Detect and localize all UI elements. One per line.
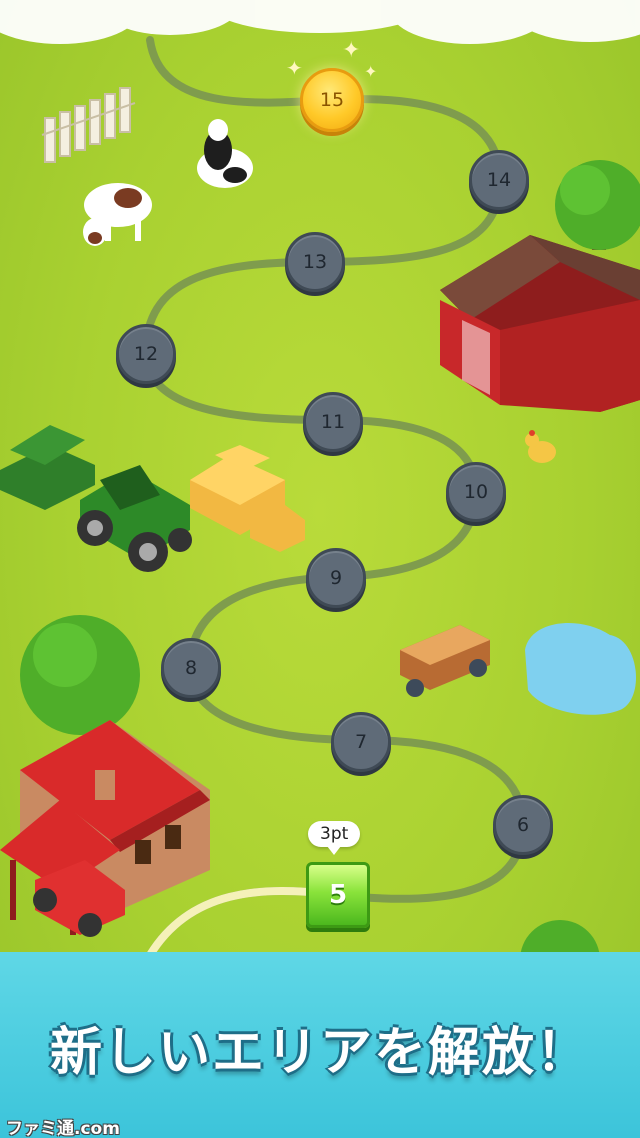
cow-lying — [197, 119, 253, 188]
level-node-15[interactable]: 15 — [300, 68, 364, 132]
watermark: ファミ通.com — [6, 1119, 120, 1138]
level-node-9[interactable]: 9 — [306, 548, 366, 608]
game-map: 6 7 8 9 10 11 12 13 14 15 ✦ ✦ ✦ 3pt 5 新し… — [0, 0, 640, 1138]
level-node-current[interactable]: 5 — [306, 862, 370, 928]
level-node-8[interactable]: 8 — [161, 638, 221, 698]
points-tooltip: 3pt — [308, 821, 361, 855]
sparkle-icon: ✦ — [286, 56, 303, 80]
tree-right-top — [555, 160, 640, 250]
level-node-14[interactable]: 14 — [469, 150, 529, 210]
chicken — [525, 430, 556, 463]
hay-cart — [400, 625, 490, 697]
level-node-11[interactable]: 11 — [303, 392, 363, 452]
level-node-12[interactable]: 12 — [116, 324, 176, 384]
cow-standing — [83, 183, 152, 246]
fence — [41, 87, 136, 163]
level-node-10[interactable]: 10 — [446, 462, 506, 522]
banner-title: 新しいエリアを解放！ — [49, 1023, 590, 1083]
level-node-7[interactable]: 7 — [331, 712, 391, 772]
pond — [525, 623, 637, 715]
level-node-13[interactable]: 13 — [285, 232, 345, 292]
sparkle-icon: ✦ — [364, 62, 378, 81]
sparkle-icon: ✦ — [342, 38, 361, 63]
level-node-6[interactable]: 6 — [493, 795, 553, 855]
farmhouse — [0, 720, 210, 937]
barn — [440, 235, 640, 412]
tractor — [0, 425, 192, 572]
tree-left — [20, 615, 140, 735]
cloud-top — [0, 0, 640, 44]
hay-bales — [190, 445, 305, 552]
